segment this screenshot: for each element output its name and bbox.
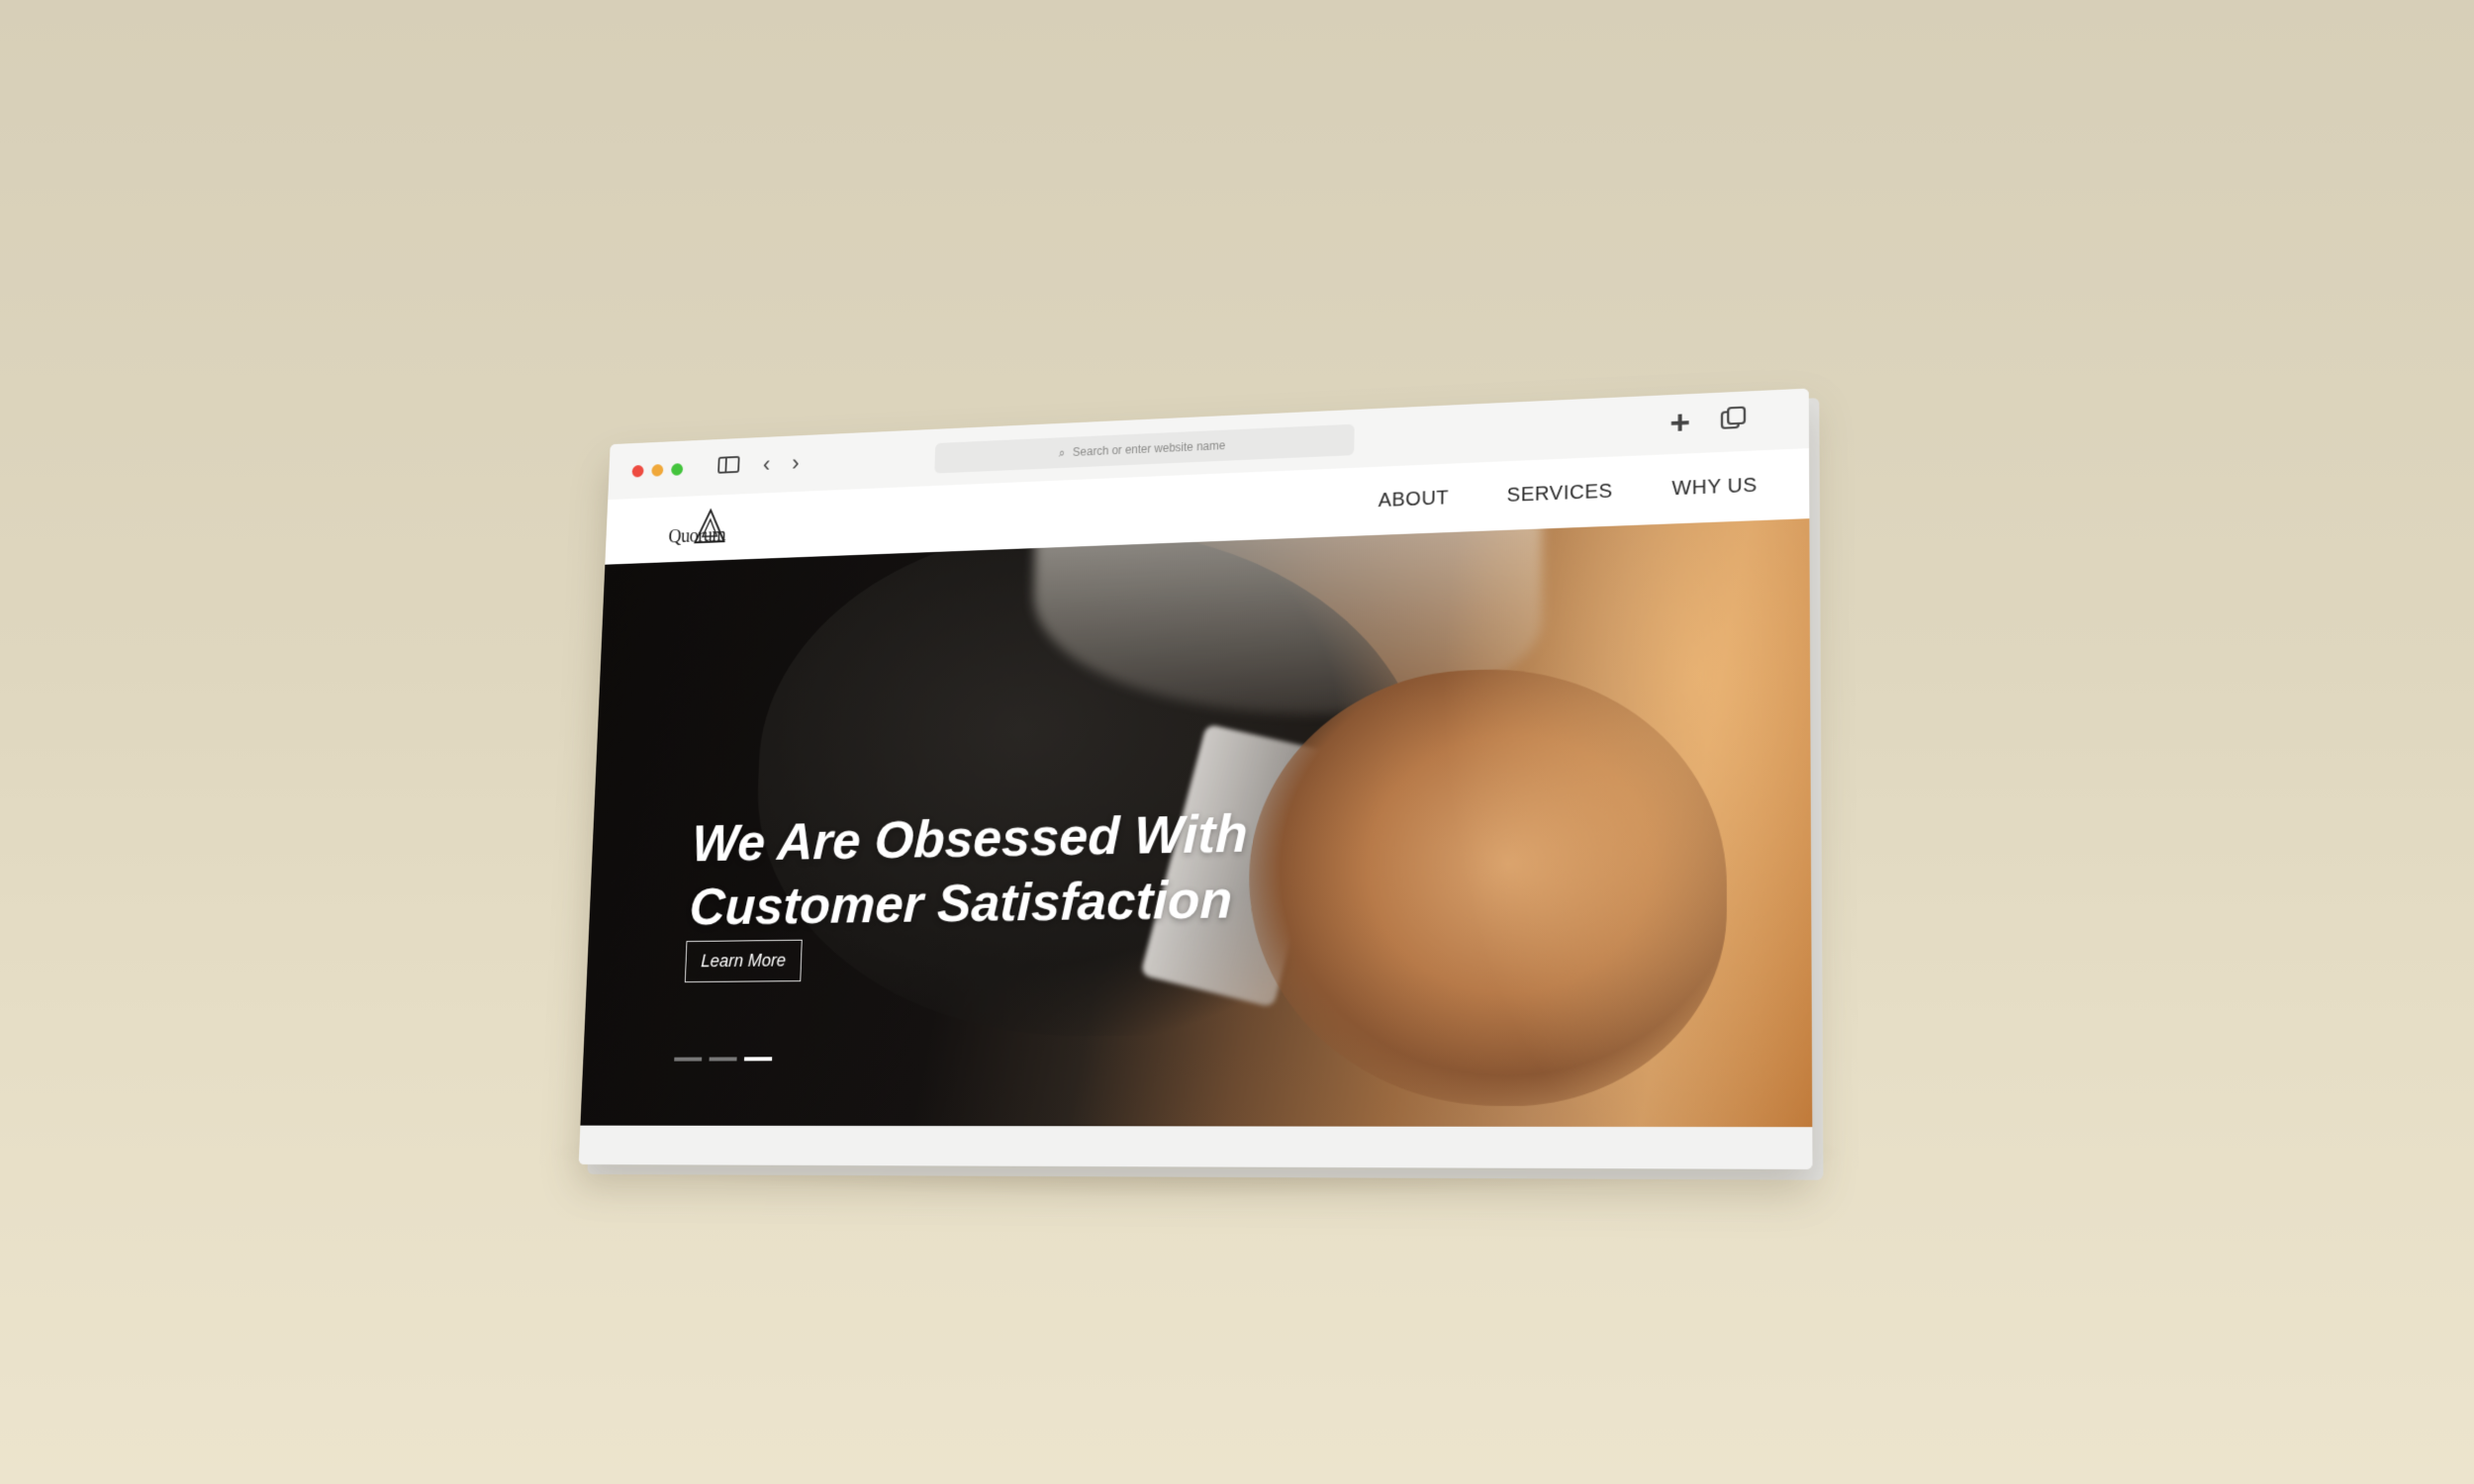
- nav-item-about[interactable]: ABOUT: [1379, 487, 1450, 512]
- learn-more-button[interactable]: Learn More: [684, 939, 803, 983]
- maximize-window-button[interactable]: [671, 463, 684, 476]
- slide-indicator-1[interactable]: [674, 1057, 703, 1062]
- minimize-window-button[interactable]: [651, 464, 664, 477]
- hero-headline-line-1: We Are Obsessed With: [691, 803, 1249, 874]
- back-icon[interactable]: ‹: [762, 452, 770, 479]
- page-bottom-strip: [578, 1125, 1813, 1169]
- nav-item-services[interactable]: SERVICES: [1507, 481, 1613, 508]
- browser-window: ‹ › ⌕ Search or enter website name + Quo…: [578, 388, 1813, 1169]
- close-window-button[interactable]: [631, 464, 644, 478]
- plus-icon[interactable]: +: [1669, 404, 1690, 443]
- main-nav: ABOUT SERVICES WHY US: [1379, 475, 1758, 513]
- address-placeholder: Search or enter website name: [1072, 438, 1226, 459]
- hero-section: We Are Obsessed With Customer Satisfacti…: [580, 518, 1813, 1128]
- site-logo[interactable]: Quorum: [668, 503, 751, 553]
- hero-image-light: [1435, 518, 1813, 1128]
- sidebar-icon[interactable]: [717, 456, 739, 474]
- hero-headline-line-2: Customer Satisfaction: [688, 870, 1233, 937]
- search-icon: ⌕: [1058, 445, 1066, 459]
- mockup-scene: ‹ › ⌕ Search or enter website name + Quo…: [0, 0, 2474, 1484]
- address-bar[interactable]: ⌕ Search or enter website name: [934, 423, 1355, 474]
- forward-icon[interactable]: ›: [792, 450, 800, 477]
- logo-text: Quorum: [668, 524, 726, 548]
- slide-indicator-2[interactable]: [709, 1057, 737, 1062]
- tabs-icon[interactable]: [1720, 406, 1747, 432]
- slider-pagination: [674, 1057, 773, 1062]
- hero-headline: We Are Obsessed With Customer Satisfacti…: [688, 801, 1249, 940]
- nav-item-why-us[interactable]: WHY US: [1672, 475, 1758, 502]
- slide-indicator-3[interactable]: [743, 1057, 773, 1062]
